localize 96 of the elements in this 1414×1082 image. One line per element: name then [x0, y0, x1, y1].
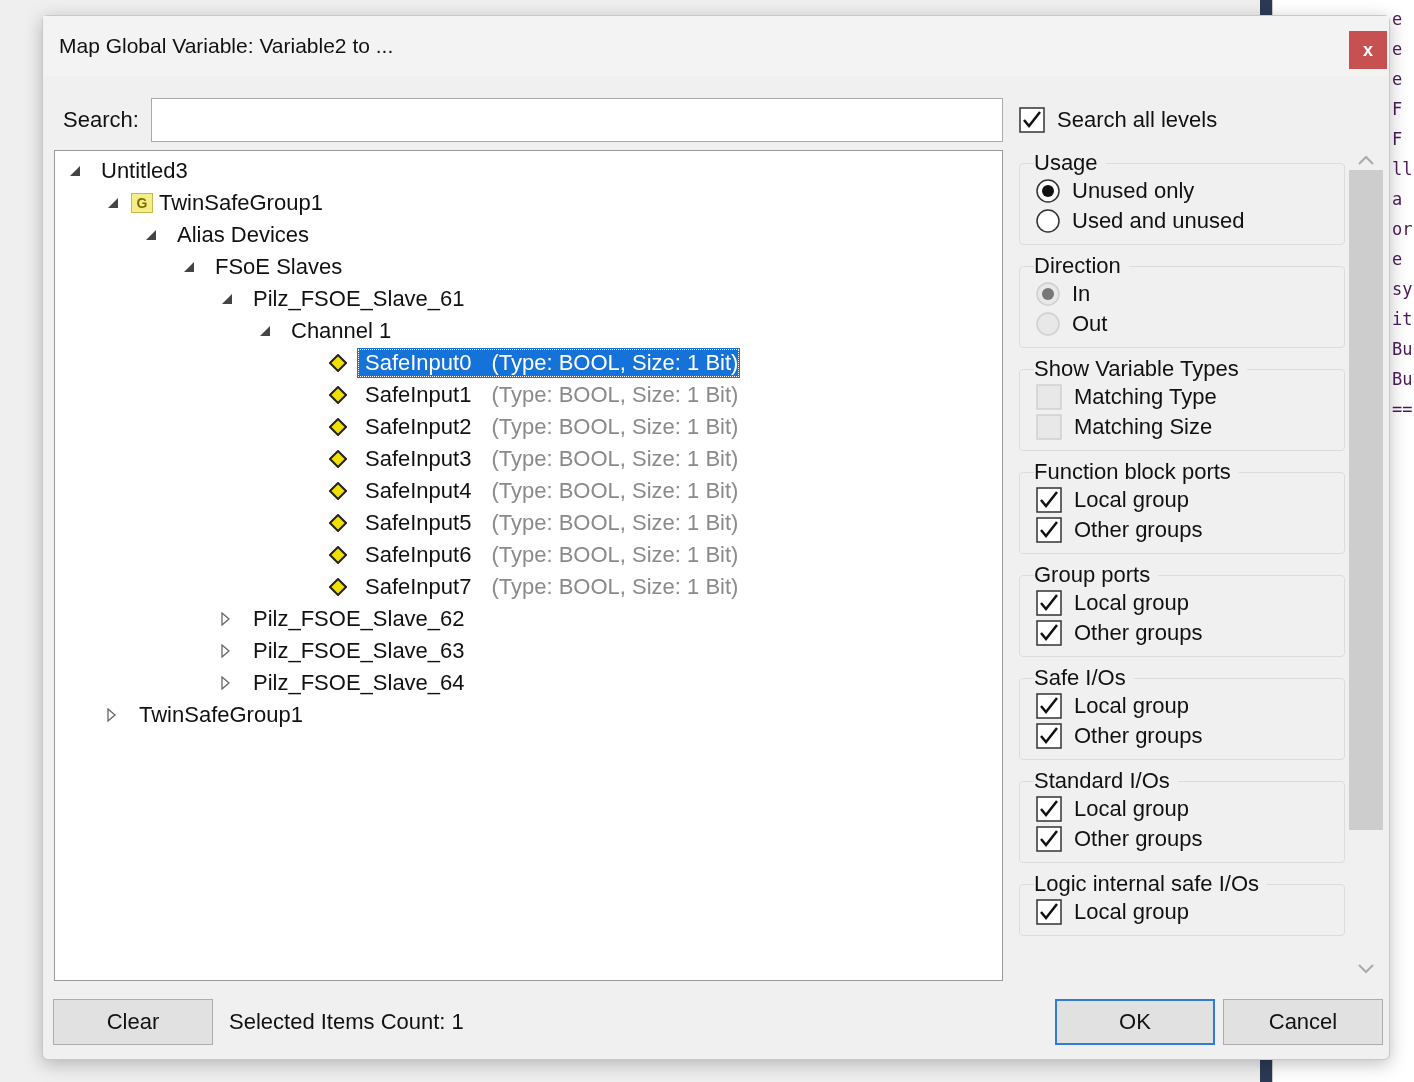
- option-label: Local group: [1074, 796, 1189, 822]
- option-label: Matching Size: [1074, 414, 1213, 440]
- expanded-arrow-icon[interactable]: [69, 165, 81, 177]
- tree-item[interactable]: SafeInput2 (Type: BOOL, Size: 1 Bit): [357, 412, 741, 442]
- tree-item[interactable]: Pilz_FSOE_Slave_64: [253, 670, 465, 696]
- tree-item[interactable]: SafeInput7 (Type: BOOL, Size: 1 Bit): [357, 572, 741, 602]
- code-line: it: [1392, 308, 1414, 331]
- tree-item[interactable]: Pilz_FSOE_Slave_62: [253, 606, 465, 632]
- tree-item[interactable]: TwinSafeGroup1: [139, 702, 303, 728]
- tree-item[interactable]: SafeInput3 (Type: BOOL, Size: 1 Bit): [357, 444, 741, 474]
- checkbox[interactable]: [1036, 899, 1062, 925]
- tree-item[interactable]: Pilz_FSOE_Slave_63: [253, 638, 465, 664]
- expanded-arrow-icon[interactable]: [259, 325, 271, 337]
- variable-icon: [329, 514, 347, 532]
- code-line: sy: [1392, 278, 1414, 301]
- option-label: In: [1072, 281, 1091, 307]
- option-label: Matching Type: [1074, 384, 1217, 410]
- close-button[interactable]: x: [1349, 31, 1387, 69]
- checkbox[interactable]: [1036, 590, 1062, 616]
- option-label: Other groups: [1074, 517, 1203, 543]
- checkbox[interactable]: [1036, 826, 1062, 852]
- option-label: Other groups: [1074, 723, 1203, 749]
- checkbox-label: Search all levels: [1057, 107, 1218, 133]
- code-line: ==: [1392, 398, 1414, 421]
- code-line: F: [1392, 128, 1404, 151]
- variable-icon: [329, 354, 347, 372]
- code-line: F: [1392, 98, 1404, 121]
- checkbox[interactable]: [1036, 693, 1062, 719]
- group-title: Safe I/Os: [1034, 665, 1127, 691]
- group-title: Group ports: [1034, 562, 1152, 588]
- code-line: e: [1392, 38, 1404, 61]
- checkbox[interactable]: [1036, 796, 1062, 822]
- tree-item[interactable]: FSoE Slaves: [215, 254, 343, 280]
- option-label: Local group: [1074, 487, 1189, 513]
- tree-item[interactable]: SafeInput4 (Type: BOOL, Size: 1 Bit): [357, 476, 741, 506]
- tree-item[interactable]: SafeInput1 (Type: BOOL, Size: 1 Bit): [357, 380, 741, 410]
- expanded-arrow-icon[interactable]: [107, 197, 119, 209]
- option-label: Other groups: [1074, 620, 1203, 646]
- option-label: Unused only: [1072, 178, 1195, 204]
- option-label: Local group: [1074, 899, 1189, 925]
- tree-item[interactable]: TwinSafeGroup1: [159, 190, 323, 216]
- radio-button[interactable]: [1036, 209, 1060, 233]
- ok-button[interactable]: OK: [1055, 999, 1215, 1045]
- group-title: Show Variable Types: [1034, 356, 1240, 382]
- checkbox[interactable]: [1036, 487, 1062, 513]
- search-field[interactable]: [150, 98, 1003, 142]
- code-line: or: [1392, 218, 1414, 241]
- code-line: Bu: [1392, 338, 1414, 361]
- collapsed-arrow-icon[interactable]: [221, 644, 230, 658]
- group-title: Usage: [1034, 150, 1099, 176]
- variable-icon: [329, 450, 347, 468]
- variable-icon: [329, 482, 347, 500]
- expanded-arrow-icon[interactable]: [221, 293, 233, 305]
- collapsed-arrow-icon[interactable]: [221, 676, 230, 690]
- collapsed-arrow-icon[interactable]: [221, 612, 230, 626]
- expanded-arrow-icon[interactable]: [145, 229, 157, 241]
- clear-button[interactable]: Clear: [53, 999, 213, 1045]
- checkbox[interactable]: [1036, 517, 1062, 543]
- option-label: Out: [1072, 311, 1108, 337]
- tree-item[interactable]: Alias Devices: [177, 222, 310, 248]
- collapsed-arrow-icon[interactable]: [107, 708, 116, 722]
- group-title: Logic internal safe I/Os: [1034, 871, 1260, 897]
- code-line: Bu: [1392, 368, 1414, 391]
- group-icon: G: [131, 193, 153, 213]
- window-title: Map Global Variable: Variable2 to ...: [59, 34, 394, 58]
- cancel-button[interactable]: Cancel: [1223, 999, 1383, 1045]
- code-line: a: [1392, 188, 1404, 211]
- variable-icon: [329, 386, 347, 404]
- code-line: e: [1392, 68, 1404, 91]
- code-line: ll: [1392, 158, 1414, 181]
- checkbox[interactable]: [1036, 723, 1062, 749]
- option-label: Local group: [1074, 590, 1189, 616]
- tree-item[interactable]: Untitled3: [101, 158, 188, 184]
- variable-icon: [329, 546, 347, 564]
- checkbox[interactable]: [1019, 107, 1045, 133]
- group-title: Standard I/Os: [1034, 768, 1171, 794]
- radio-button[interactable]: [1036, 179, 1060, 203]
- tree-item[interactable]: Channel 1: [291, 318, 392, 344]
- expanded-arrow-icon[interactable]: [183, 261, 195, 273]
- search-label: Search:: [63, 107, 139, 133]
- variable-icon: [329, 418, 347, 436]
- checkbox[interactable]: [1036, 620, 1062, 646]
- tree-item[interactable]: SafeInput5 (Type: BOOL, Size: 1 Bit): [357, 508, 741, 538]
- code-line: e: [1392, 248, 1404, 271]
- option-label: Other groups: [1074, 826, 1203, 852]
- code-line: e: [1392, 8, 1404, 31]
- option-label: Used and unused: [1072, 208, 1245, 234]
- variable-icon: [329, 578, 347, 596]
- scroll-thumb[interactable]: [1349, 170, 1383, 830]
- option-label: Local group: [1074, 693, 1189, 719]
- tree-item[interactable]: SafeInput0 (Type: BOOL, Size: 1 Bit): [357, 348, 741, 378]
- group-title: Function block ports: [1034, 459, 1232, 485]
- status-text: Selected Items Count: 1: [229, 1009, 465, 1035]
- group-title: Direction: [1034, 253, 1122, 279]
- tree-item[interactable]: Pilz_FSOE_Slave_61: [253, 286, 465, 312]
- tree-item[interactable]: SafeInput6 (Type: BOOL, Size: 1 Bit): [357, 540, 741, 570]
